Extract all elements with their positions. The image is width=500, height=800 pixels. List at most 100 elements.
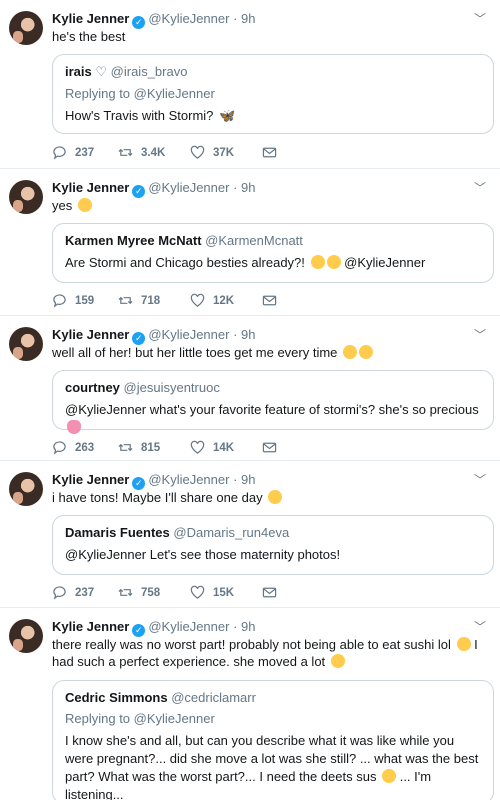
chevron-down-icon[interactable]: ﹀ xyxy=(474,326,486,343)
tweet[interactable]: Kylie Jenner ✓ @KylieJenner · 9h ﹀ well al… xyxy=(0,315,500,460)
quoted-tweet[interactable]: irais ♡ @irais_bravo Replying to @KylieJ… xyxy=(52,54,494,134)
author-handle-time[interactable]: @KylieJenner · 9h xyxy=(148,619,255,634)
quoted-header: Karmen Myree McNatt @KarmenMcnatt xyxy=(65,233,481,248)
author-name[interactable]: Kylie Jenner xyxy=(52,11,129,26)
like-button[interactable]: 14K xyxy=(190,440,234,455)
joy-emoji-icon xyxy=(456,637,471,651)
author-handle-time[interactable]: @KylieJenner · 9h xyxy=(148,180,255,195)
tweet-actions: 263 815 14K xyxy=(52,440,282,456)
replying-to[interactable]: Replying to @KylieJenner xyxy=(65,86,481,101)
quoted-header: irais ♡ @irais_bravo xyxy=(65,64,481,80)
tweet-header: Kylie Jenner ✓ @KylieJenner · 9h xyxy=(52,327,255,345)
weary-emoji-icon xyxy=(343,345,358,359)
quoted-text: @KylieJenner Let's see those maternity p… xyxy=(65,547,341,562)
tweet[interactable]: Kylie Jenner ✓ @KylieJenner · 9h ﹀ yes Kar… xyxy=(0,168,500,315)
tweet-text: well all of her! but her little toes get… xyxy=(52,344,492,361)
quoted-text: I know she's and all, but can you descri… xyxy=(65,733,479,800)
author-handle-time[interactable]: @KylieJenner · 9h xyxy=(148,11,255,26)
chevron-down-icon[interactable]: ﹀ xyxy=(474,618,486,635)
quoted-header: Damaris Fuentes @Damaris_run4eva xyxy=(65,525,481,540)
avatar[interactable] xyxy=(9,472,43,506)
like-button[interactable]: 12K xyxy=(190,293,234,308)
author-handle-time[interactable]: @KylieJenner · 9h xyxy=(148,472,255,487)
envelope-icon xyxy=(262,147,277,158)
avatar[interactable] xyxy=(9,619,43,653)
blush-emoji-icon xyxy=(268,490,283,504)
reply-count: 263 xyxy=(75,441,95,454)
retweet-count: 758 xyxy=(141,586,161,599)
reply-icon xyxy=(53,294,66,308)
quoted-handle: @cedriclamarr xyxy=(171,690,256,705)
author-name[interactable]: Kylie Jenner xyxy=(52,327,129,342)
replying-to[interactable]: Replying to @KylieJenner xyxy=(65,711,481,726)
reply-count: 159 xyxy=(75,294,95,307)
quoted-name: courtney xyxy=(65,380,120,395)
tweet[interactable]: Kylie Jenner ✓ @KylieJenner · 9h ﹀ there r… xyxy=(0,607,500,800)
smile-emoji-icon xyxy=(77,198,92,212)
quoted-handle: @irais_bravo xyxy=(110,64,188,79)
author-handle-time[interactable]: @KylieJenner · 9h xyxy=(148,327,255,342)
quoted-name: Damaris Fuentes xyxy=(65,525,170,540)
quoted-handle: @Damaris_run4eva xyxy=(173,525,290,540)
retweet-count: 718 xyxy=(141,294,161,307)
reply-button[interactable]: 237 xyxy=(52,145,94,160)
tweet-text: there really was no worst part! probably… xyxy=(52,637,478,669)
tweet-text: he's the best xyxy=(52,29,126,44)
reply-icon xyxy=(53,441,66,455)
quoted-tweet[interactable]: Damaris Fuentes @Damaris_run4eva @KylieJ… xyxy=(52,515,494,575)
message-button[interactable] xyxy=(262,293,285,308)
author-name[interactable]: Kylie Jenner xyxy=(52,619,129,634)
reply-icon xyxy=(53,586,66,600)
envelope-icon xyxy=(262,295,277,306)
retweet-icon xyxy=(118,148,133,157)
tweet[interactable]: Kylie Jenner ✓ @KylieJenner · 9h ﹀ i have … xyxy=(0,460,500,607)
author-name[interactable]: Kylie Jenner xyxy=(52,180,129,195)
heart-outline-icon: ♡ xyxy=(95,64,108,79)
retweet-button[interactable]: 3.4K xyxy=(118,145,165,160)
tweet-text: yes xyxy=(52,197,492,214)
retweet-button[interactable]: 758 xyxy=(118,585,160,600)
quoted-header: courtney @jesuisyentruoc xyxy=(65,380,481,395)
like-button[interactable]: 37K xyxy=(190,145,234,160)
reply-button[interactable]: 237 xyxy=(52,585,94,600)
message-button[interactable] xyxy=(262,585,285,600)
heart-icon xyxy=(190,145,205,159)
like-count: 12K xyxy=(213,294,235,307)
like-count: 14K xyxy=(213,441,235,454)
quoted-tweet[interactable]: courtney @jesuisyentruoc @KylieJenner wh… xyxy=(52,370,494,434)
chevron-down-icon[interactable]: ﹀ xyxy=(474,10,486,27)
two-hearts-emoji-icon xyxy=(67,420,81,434)
tweet-actions: 159 718 12K xyxy=(52,293,282,309)
retweet-icon xyxy=(118,296,133,305)
weary-emoji-icon xyxy=(359,345,374,359)
quoted-handle: @KarmenMcnatt xyxy=(205,233,303,248)
retweet-button[interactable]: 718 xyxy=(118,293,160,308)
tweet-header: Kylie Jenner ✓ @KylieJenner · 9h xyxy=(52,472,255,490)
chevron-down-icon[interactable]: ﹀ xyxy=(474,471,486,488)
quoted-tweet[interactable]: Karmen Myree McNatt @KarmenMcnatt Are St… xyxy=(52,223,494,283)
grin-emoji-icon xyxy=(382,769,397,783)
like-count: 37K xyxy=(213,146,235,159)
message-button[interactable] xyxy=(262,440,285,455)
quoted-name: Cedric Simmons xyxy=(65,690,168,705)
chevron-down-icon[interactable]: ﹀ xyxy=(474,179,486,196)
reply-button[interactable]: 263 xyxy=(52,440,94,455)
envelope-icon xyxy=(262,442,277,453)
message-button[interactable] xyxy=(262,145,285,160)
quoted-tweet[interactable]: Cedric Simmons @cedriclamarr Replying to… xyxy=(52,680,494,800)
retweet-button[interactable]: 815 xyxy=(118,440,160,455)
like-button[interactable]: 15K xyxy=(190,585,234,600)
tweet[interactable]: Kylie Jenner ✓ @KylieJenner · 9h ﹀ he's th… xyxy=(0,0,500,168)
retweet-count: 815 xyxy=(141,441,161,454)
avatar[interactable] xyxy=(9,11,43,45)
avatar[interactable] xyxy=(9,180,43,214)
avatar[interactable] xyxy=(9,327,43,361)
quoted-text: @KylieJenner what's your favorite featur… xyxy=(65,401,481,437)
tweet-actions: 237 3.4K 37K xyxy=(52,145,282,161)
tweet-header: Kylie Jenner ✓ @KylieJenner · 9h xyxy=(52,619,255,637)
quoted-name: Karmen Myree McNatt xyxy=(65,233,202,248)
retweet-icon xyxy=(118,443,133,452)
tweet-actions: 237 758 15K xyxy=(52,585,282,601)
reply-button[interactable]: 159 xyxy=(52,293,94,308)
author-name[interactable]: Kylie Jenner xyxy=(52,472,129,487)
